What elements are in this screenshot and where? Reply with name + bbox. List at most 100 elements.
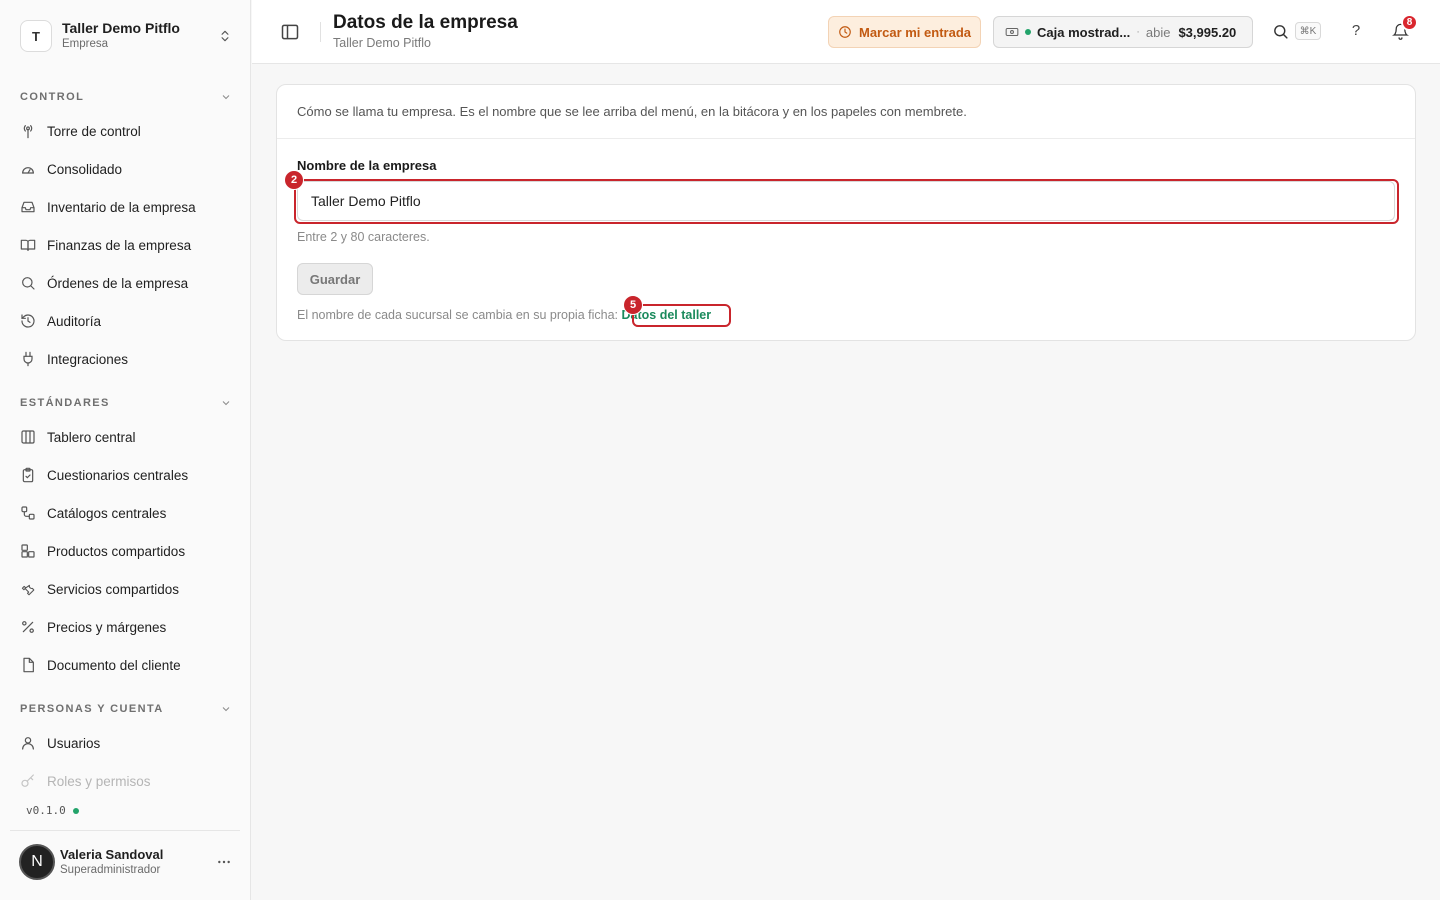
sidebar-item-ordenes[interactable]: Órdenes de la empresa xyxy=(12,267,240,299)
sidebar-item-cuestionarios[interactable]: Cuestionarios centrales xyxy=(12,459,240,491)
search-icon xyxy=(22,277,35,290)
sidebar-item-label: Inventario de la empresa xyxy=(47,199,196,215)
sidebar-item-label: Cuestionarios centrales xyxy=(47,467,189,483)
banknote-icon xyxy=(1005,27,1019,37)
card-description: Cómo se llama tu empresa. Es el nombre q… xyxy=(297,104,967,119)
search-shortcut: ⌘K xyxy=(1295,22,1321,40)
section-title: PERSONAS Y CUENTA xyxy=(20,703,164,715)
chevron-down-icon xyxy=(222,401,230,406)
chevron-down-icon xyxy=(222,95,230,100)
columns-icon xyxy=(21,430,35,444)
sidebar-item-label: Precios y márgenes xyxy=(47,619,167,635)
percent-icon xyxy=(22,621,34,633)
workflow-icon xyxy=(21,506,35,520)
key-icon xyxy=(21,774,34,787)
sidebar-item-integraciones[interactable]: Integraciones xyxy=(12,343,240,375)
card-divider xyxy=(277,138,1415,139)
save-button[interactable]: Guardar xyxy=(297,263,373,295)
sidebar-item-auditoria[interactable]: Auditoría xyxy=(12,305,240,337)
sidebar-item-label: Catálogos centrales xyxy=(47,505,167,521)
book-icon xyxy=(20,239,36,251)
sidebar-item-label: Órdenes de la empresa xyxy=(47,275,189,291)
section-control[interactable]: CONTROL xyxy=(20,89,232,105)
org-switcher[interactable]: T Taller Demo Pitflo Empresa xyxy=(12,12,240,60)
sidebar-divider xyxy=(10,830,240,831)
clock-in-label: Marcar mi entrada xyxy=(859,24,971,40)
plug-icon xyxy=(23,351,33,367)
sidebar-item-label: Servicios compartidos xyxy=(47,581,180,597)
chevrons-up-down-icon xyxy=(221,30,229,42)
version-text: v0.1.0 xyxy=(26,804,66,817)
inbox-icon xyxy=(21,201,35,213)
section-title: CONTROL xyxy=(20,91,85,103)
sidebar-item-usuarios[interactable]: Usuarios xyxy=(12,727,240,759)
help-icon[interactable]: ? xyxy=(1348,22,1364,39)
more-horizontal-icon[interactable] xyxy=(216,854,232,870)
clipboard-icon xyxy=(22,467,34,483)
branch-footnote: El nombre de cada sucursal se cambia en … xyxy=(297,308,711,322)
cash-register-button[interactable]: Caja mostrad... · abie $3,995.20 xyxy=(993,16,1253,48)
company-name-label: Nombre de la empresa xyxy=(297,158,437,173)
section-estandares[interactable]: ESTÁNDARES xyxy=(20,395,232,411)
org-text: Taller Demo Pitflo Empresa xyxy=(62,20,218,52)
page-title: Datos de la empresa xyxy=(333,12,518,33)
company-name-input[interactable] xyxy=(297,181,1395,221)
sidebar-toggle-icon[interactable] xyxy=(280,22,300,42)
sidebar-item-inventario[interactable]: Inventario de la empresa xyxy=(12,191,240,223)
sidebar-item-precios[interactable]: Precios y márgenes xyxy=(12,611,240,643)
org-type: Empresa xyxy=(62,38,109,50)
app-version: v0.1.0 xyxy=(26,804,79,817)
page-subtitle: Taller Demo Pitflo xyxy=(333,36,431,50)
cash-status-dot xyxy=(1025,29,1031,35)
annotation-badge: 5 xyxy=(623,295,643,315)
status-dot xyxy=(72,807,79,814)
annotation-badge: 2 xyxy=(284,170,304,190)
sidebar-item-roles[interactable]: Roles y permisos xyxy=(12,765,240,797)
sidebar-item-label: Auditoría xyxy=(47,313,102,329)
company-card: Cómo se llama tu empresa. Es el nombre q… xyxy=(276,84,1416,341)
user-name: Valeria Sandoval xyxy=(60,846,164,862)
sidebar-item-label: Documento del cliente xyxy=(47,657,181,673)
sidebar-item-tablero-central[interactable]: Tablero central xyxy=(12,421,240,453)
header-divider xyxy=(320,22,321,42)
sidebar-item-productos[interactable]: Productos compartidos xyxy=(12,535,240,567)
file-icon xyxy=(23,657,34,673)
gauge-icon xyxy=(22,167,34,174)
sidebar-item-label: Torre de control xyxy=(47,123,141,139)
sidebar-item-label: Integraciones xyxy=(47,351,129,367)
history-icon xyxy=(21,314,35,328)
cash-separator: · xyxy=(1136,26,1140,38)
sidebar-item-label: Usuarios xyxy=(47,735,101,751)
wrench-icon xyxy=(21,584,35,596)
user-icon xyxy=(22,737,34,750)
org-avatar: T xyxy=(20,20,52,52)
sidebar-item-torre-de-control[interactable]: Torre de control xyxy=(12,115,240,147)
sidebar-item-label: Finanzas de la empresa xyxy=(47,237,192,253)
user-menu[interactable]: N Valeria Sandoval Superadministrador xyxy=(12,838,240,886)
sidebar-item-servicios[interactable]: Servicios compartidos xyxy=(12,573,240,605)
section-title: ESTÁNDARES xyxy=(20,397,110,409)
org-name: Taller Demo Pitflo xyxy=(62,20,180,36)
footnote-text: El nombre de cada sucursal se cambia en … xyxy=(297,308,619,322)
clock-icon xyxy=(839,26,851,38)
notification-badge: 8 xyxy=(1401,14,1418,31)
sidebar-item-catalogos[interactable]: Catálogos centrales xyxy=(12,497,240,529)
search-icon[interactable] xyxy=(1272,23,1289,40)
sidebar-item-documento-cliente[interactable]: Documento del cliente xyxy=(12,649,240,681)
sidebar: T Taller Demo Pitflo Empresa CONTROL Tor… xyxy=(0,0,251,900)
cash-register-amount: $3,995.20 xyxy=(1178,24,1237,40)
clock-in-button[interactable]: Marcar mi entrada xyxy=(828,16,981,48)
cash-register-name: Caja mostrad... xyxy=(1037,24,1131,40)
sidebar-item-finanzas[interactable]: Finanzas de la empresa xyxy=(12,229,240,261)
avatar: N xyxy=(19,844,55,880)
sidebar-item-consolidado[interactable]: Consolidado xyxy=(12,153,240,185)
sidebar-item-label: Productos compartidos xyxy=(47,543,186,559)
section-personas[interactable]: PERSONAS Y CUENTA xyxy=(20,701,232,717)
cash-register-status: abie xyxy=(1145,24,1171,40)
topbar: Datos de la empresa Taller Demo Pitflo M… xyxy=(252,0,1440,64)
boxes-icon xyxy=(21,544,35,558)
input-hint: Entre 2 y 80 caracteres. xyxy=(297,230,430,244)
sidebar-item-label: Tablero central xyxy=(47,429,136,445)
tower-icon xyxy=(23,125,33,139)
user-text: Valeria Sandoval Superadministrador xyxy=(60,847,216,878)
